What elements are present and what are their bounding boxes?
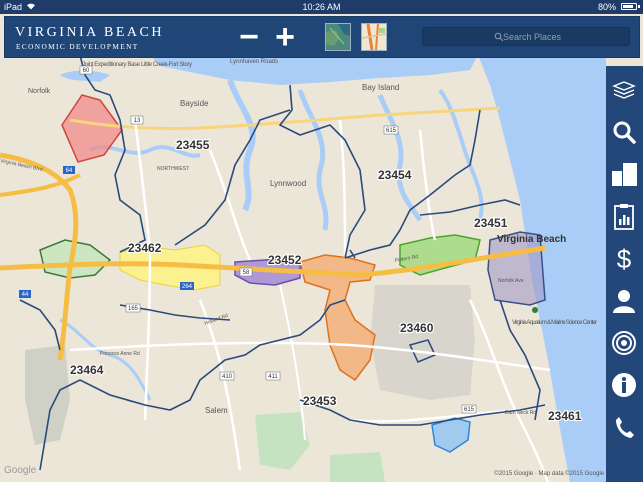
zoom-in-button[interactable]: + — [270, 20, 300, 54]
dollar-icon: $ — [617, 245, 632, 273]
road-norfolk-ave: Norfolk Ave — [498, 278, 524, 284]
search-input[interactable] — [423, 28, 629, 45]
zoom-out-button[interactable]: − — [234, 20, 264, 54]
street-thumbnail-icon — [362, 24, 386, 50]
svg-text:13: 13 — [134, 118, 141, 124]
park-area — [330, 452, 385, 482]
svg-text:264: 264 — [182, 284, 193, 290]
phone-button[interactable] — [606, 408, 643, 444]
svg-text:615: 615 — [386, 128, 397, 134]
zip-label: 23462 — [128, 241, 162, 255]
buildings-icon — [612, 163, 637, 186]
svg-text:60: 60 — [83, 68, 90, 74]
phone-icon — [616, 417, 634, 438]
battery-tip — [638, 5, 640, 8]
report-icon — [614, 204, 634, 230]
place-norfolk: Norfolk — [28, 88, 51, 95]
svg-text:44: 44 — [22, 292, 29, 298]
zip-label: 23451 — [474, 216, 508, 230]
map-attribution: ©2015 Google · Map data ©2015 Google — [494, 471, 604, 477]
aquarium-marker[interactable] — [532, 307, 538, 313]
search-tool-button[interactable] — [606, 114, 643, 150]
place-aquarium: Virginia Aquarium & Marine Science Cente… — [512, 320, 597, 326]
status-time: 10:26 AM — [302, 2, 341, 12]
google-logo: Google — [4, 465, 37, 476]
person-icon — [613, 290, 635, 313]
place-bayside: Bayside — [180, 99, 209, 108]
reports-button[interactable] — [606, 198, 643, 234]
map-canvas[interactable]: 13 64 264 58 615 615 165 410 411 44 60 B… — [0, 0, 643, 482]
incentives-button[interactable]: $ — [606, 240, 643, 276]
info-icon — [612, 373, 636, 397]
svg-text:615: 615 — [464, 407, 475, 413]
zip-label: 23461 — [548, 409, 582, 423]
properties-button[interactable] — [606, 156, 643, 192]
place-salem: Salem — [205, 406, 228, 415]
layers-icon — [612, 81, 636, 99]
battery-icon — [621, 3, 637, 10]
svg-text:411: 411 — [268, 374, 278, 380]
search-icon — [613, 121, 636, 144]
place-northwest: NORTHWEST — [157, 166, 189, 172]
satellite-thumbnail-icon — [326, 24, 350, 50]
svg-text:410: 410 — [222, 374, 233, 380]
zip-label: 23453 — [303, 394, 337, 408]
place-lynnwood: Lynnwood — [270, 179, 306, 188]
search-bar[interactable] — [422, 27, 630, 46]
right-toolbar: $ — [606, 66, 643, 482]
svg-text:165: 165 — [128, 306, 139, 312]
status-bar: iPad 10:26 AM 80% — [0, 0, 643, 14]
zip-label: 23460 — [400, 321, 434, 335]
street-layer-button[interactable] — [361, 23, 387, 51]
layers-button[interactable] — [606, 72, 643, 108]
place-bay-island: Bay Island — [362, 83, 399, 92]
city-label: Virginia Beach — [497, 234, 566, 245]
target-icon — [612, 331, 636, 355]
satellite-layer-button[interactable] — [325, 23, 351, 51]
place-lynnhaven: Lynnhaven Roads — [230, 59, 278, 65]
brand-title: VIRGINIA BEACH — [15, 25, 164, 40]
target-button[interactable] — [606, 324, 643, 360]
brand-subtitle: ECONOMIC DEVELOPMENT — [16, 42, 139, 51]
battery-percent: 80% — [597, 2, 616, 12]
road-dam-neck: Dam Neck Rd — [505, 410, 536, 416]
svg-text:$: $ — [617, 245, 632, 273]
app-header: VIRGINIA BEACH ECONOMIC DEVELOPMENT − + — [4, 16, 640, 58]
contacts-button[interactable] — [606, 282, 643, 318]
zip-label: 23455 — [176, 138, 210, 152]
military-area — [370, 285, 475, 400]
zip-label: 23454 — [378, 168, 412, 182]
svg-text:64: 64 — [66, 168, 73, 174]
road-princess-anne: Princess Anne Rd — [100, 351, 140, 357]
svg-text:58: 58 — [243, 270, 250, 276]
zip-label: 23464 — [70, 363, 104, 377]
place-base: Joint Expeditionary Base Little Creek-Fo… — [82, 62, 192, 68]
info-button[interactable] — [606, 366, 643, 402]
zip-label: 23452 — [268, 253, 302, 267]
